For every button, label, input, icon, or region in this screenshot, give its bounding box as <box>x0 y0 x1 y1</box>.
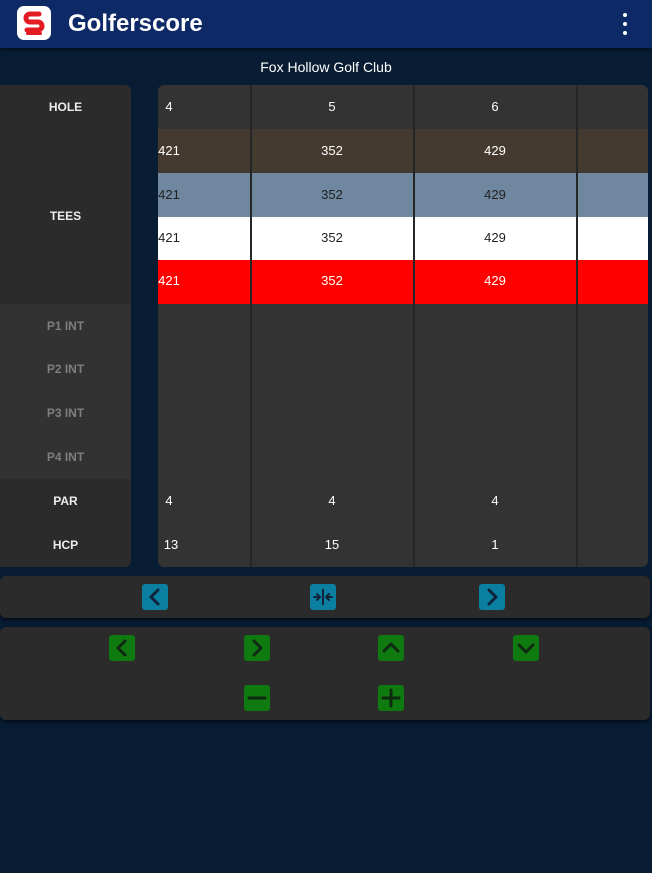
plus-icon <box>381 688 401 708</box>
label-player-2: P2 INT <box>0 348 131 391</box>
label-tees: TEES <box>49 209 82 223</box>
tee-yardage: 429 <box>484 143 506 158</box>
tee-row-4 <box>158 260 648 304</box>
tee-yardage: 352 <box>321 230 343 245</box>
tee-yardage: 352 <box>321 143 343 158</box>
move-left-button[interactable] <box>109 635 135 661</box>
hcp-value: 13 <box>163 537 179 552</box>
row-labels: HOLE TEES P1 INT P2 INT P3 INT P4 INT PA… <box>0 85 131 567</box>
hcp-value: 15 <box>324 537 340 552</box>
tee-yardage: 421 <box>158 230 180 245</box>
column-divider <box>576 85 578 567</box>
scroll-nav-panel <box>0 576 650 618</box>
tee-yardage: 421 <box>158 273 180 288</box>
tee-yardage: 429 <box>484 273 506 288</box>
tee-row-2 <box>158 173 648 217</box>
course-name: Fox Hollow Golf Club <box>260 59 392 75</box>
hole-number: 6 <box>491 99 499 114</box>
label-par: PAR <box>53 494 78 508</box>
chevron-down-icon <box>517 643 535 654</box>
tee-row-3 <box>158 217 648 260</box>
label-player-1: P1 INT <box>0 304 131 348</box>
par-value: 4 <box>165 493 173 508</box>
chevron-left-icon <box>149 588 160 606</box>
decrement-button[interactable] <box>244 685 270 711</box>
label-hole: HOLE <box>48 100 83 114</box>
column-divider <box>413 85 415 567</box>
hole-number: 4 <box>165 99 173 114</box>
column-divider <box>250 85 252 567</box>
par-value: 4 <box>491 493 499 508</box>
score-control-panel <box>0 627 650 720</box>
move-down-button[interactable] <box>513 635 539 661</box>
minus-icon <box>247 696 267 700</box>
tee-yardage: 429 <box>484 230 506 245</box>
par-value: 4 <box>328 493 336 508</box>
scorecard-grid[interactable]: 4 421 421 421 421 4 13 5 352 352 352 352… <box>158 85 648 567</box>
chevron-right-icon <box>487 588 498 606</box>
fit-columns-button[interactable] <box>310 584 336 610</box>
scroll-left-button[interactable] <box>142 584 168 610</box>
tee-yardage: 352 <box>321 187 343 202</box>
move-up-button[interactable] <box>378 635 404 661</box>
label-player-3: P3 INT <box>0 391 131 435</box>
hcp-value: 1 <box>491 537 499 552</box>
chevron-left-icon <box>116 639 127 657</box>
tee-yardage: 421 <box>158 143 180 158</box>
move-right-button[interactable] <box>244 635 270 661</box>
chevron-right-icon <box>252 639 263 657</box>
scroll-right-button[interactable] <box>479 584 505 610</box>
more-vert-icon[interactable] <box>612 10 638 38</box>
app-bar: Golferscore <box>0 0 652 48</box>
label-player-4: P4 INT <box>0 435 131 479</box>
tee-yardage: 429 <box>484 187 506 202</box>
tee-yardage: 352 <box>321 273 343 288</box>
app-title: Golferscore <box>68 10 203 37</box>
tee-yardage: 421 <box>158 187 180 202</box>
chevron-up-icon <box>382 642 400 653</box>
golferscore-logo-icon <box>17 6 51 40</box>
tee-row-1 <box>158 129 648 173</box>
label-hcp: HCP <box>52 538 79 552</box>
hole-number: 5 <box>328 99 336 114</box>
collapse-horizontal-icon <box>313 589 333 605</box>
increment-button[interactable] <box>378 685 404 711</box>
